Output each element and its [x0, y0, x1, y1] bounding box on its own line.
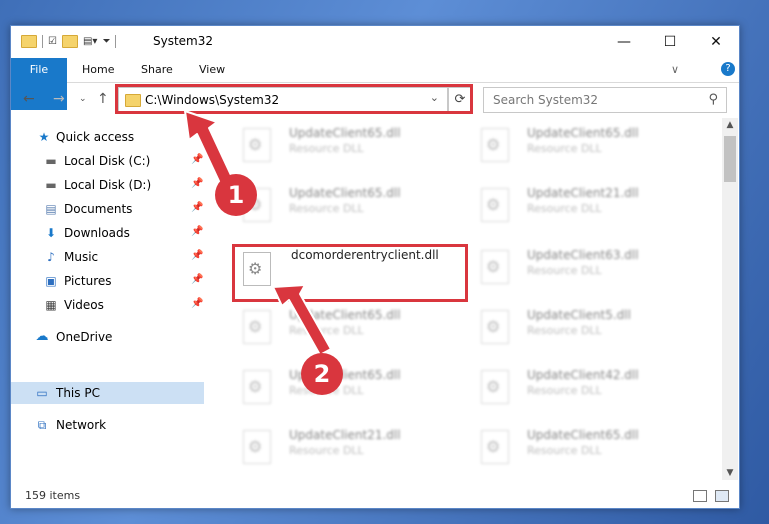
- step-1-marker: 1: [215, 174, 257, 216]
- arrow-2-icon: [272, 284, 332, 356]
- step-2-marker: 2: [301, 353, 343, 395]
- annotation-overlay: [184, 110, 332, 356]
